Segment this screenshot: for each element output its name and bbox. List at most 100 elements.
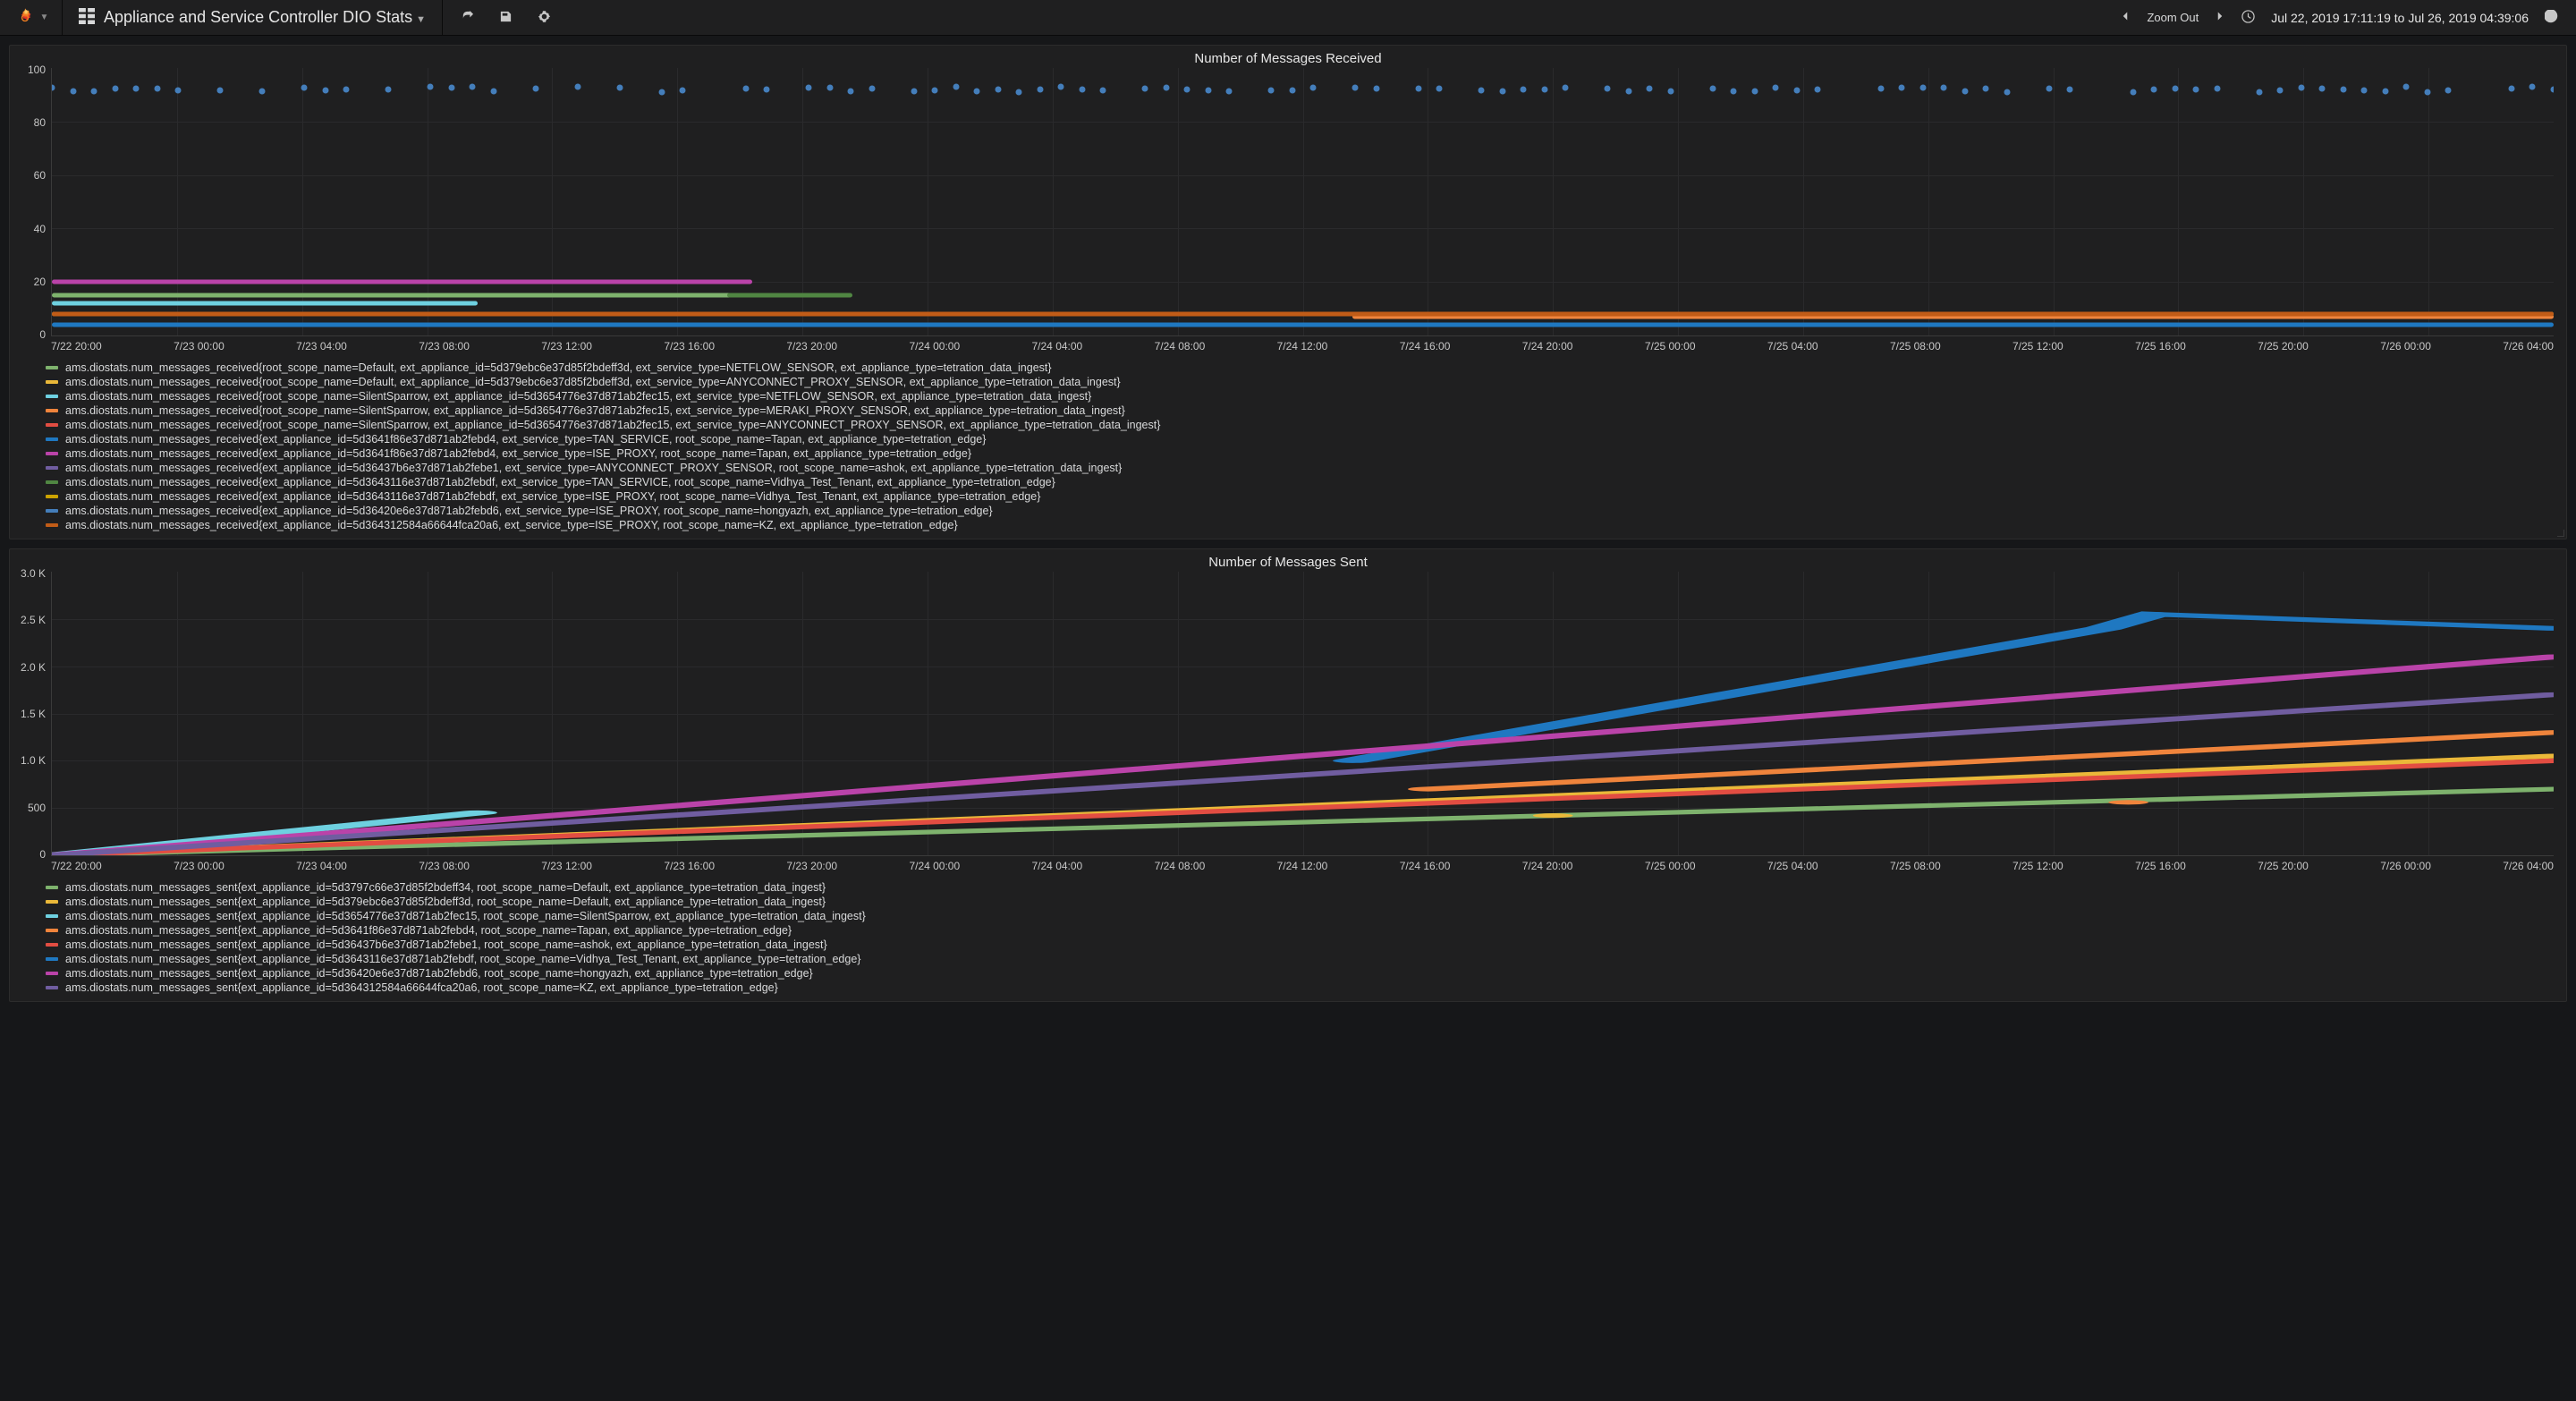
x-tick: 7/25 00:00 [1645,860,1696,872]
legend-swatch [46,900,58,904]
series-point [2382,89,2388,95]
series-point [1268,88,1275,94]
legend-swatch [46,409,58,412]
series-point [490,88,496,94]
legend-item[interactable]: ams.diostats.num_messages_received{root_… [46,376,2554,388]
x-tick: 7/25 08:00 [1890,860,1941,872]
series-point [428,84,434,90]
legend-swatch [46,523,58,527]
legend-item[interactable]: ams.diostats.num_messages_received{ext_a… [46,476,2554,488]
x-tick: 7/24 12:00 [1277,860,1328,872]
legend-label: ams.diostats.num_messages_sent{ext_appli… [65,953,860,965]
legend-label: ams.diostats.num_messages_sent{ext_appli… [65,967,813,980]
panel-title[interactable]: Number of Messages Received [10,46,2566,68]
series-svg [52,572,2554,855]
legend-item[interactable]: ams.diostats.num_messages_sent{ext_appli… [46,981,2554,994]
x-tick: 7/22 20:00 [51,340,102,352]
dashboard-picker[interactable]: Appliance and Service Controller DIO Sta… [63,0,443,36]
series-point [1563,84,1569,90]
series-point [1919,84,1926,90]
legend-swatch [46,423,58,427]
series-point [1899,84,1905,90]
series-point [1541,87,1547,93]
series-point [2424,89,2430,95]
plot-area[interactable] [51,572,2554,856]
dashboard-body: Number of Messages Received 100806040200… [0,36,2576,1401]
legend-item[interactable]: ams.diostats.num_messages_sent{ext_appli… [46,924,2554,937]
time-range-forward-button[interactable] [2215,11,2225,24]
legend-item[interactable]: ams.diostats.num_messages_received{ext_a… [46,447,2554,460]
legend-item[interactable]: ams.diostats.num_messages_received{root_… [46,361,2554,374]
refresh-button[interactable] [2545,10,2558,26]
panel-title[interactable]: Number of Messages Sent [10,549,2566,572]
series-line [52,301,478,306]
x-tick: 7/24 20:00 [1522,860,1573,872]
dashboard-icon [79,8,95,27]
legend-swatch [46,395,58,398]
series-point [175,88,182,94]
series-point [742,86,749,92]
x-tick: 7/23 12:00 [541,860,592,872]
legend-swatch [46,986,58,989]
settings-button[interactable] [538,10,551,26]
series-line [52,789,2554,855]
series-point [2130,89,2136,95]
x-tick: 7/26 04:00 [2503,860,2554,872]
legend-item[interactable]: ams.diostats.num_messages_received{ext_a… [46,505,2554,517]
legend-swatch [46,452,58,455]
x-tick: 7/22 20:00 [51,860,102,872]
series-point [574,84,580,90]
graph-area[interactable]: 100806040200 [10,68,2566,336]
series-line [727,293,852,298]
series-point [911,88,917,94]
legend-item[interactable]: ams.diostats.num_messages_sent{ext_appli… [46,953,2554,965]
series-point [1184,86,1191,92]
series-point [2256,89,2262,95]
legend-item[interactable]: ams.diostats.num_messages_received{root_… [46,419,2554,431]
time-range-picker[interactable]: Jul 22, 2019 17:11:19 to Jul 26, 2019 04… [2271,11,2529,25]
series-point [2298,85,2304,91]
legend-item[interactable]: ams.diostats.num_messages_sent{ext_appli… [46,967,2554,980]
legend-swatch [46,437,58,441]
save-button[interactable] [499,10,513,26]
legend-item[interactable]: ams.diostats.num_messages_received{ext_a… [46,462,2554,474]
legend-swatch [46,480,58,484]
series-point [953,84,959,90]
legend-item[interactable]: ams.diostats.num_messages_received{ext_a… [46,433,2554,446]
x-tick: 7/23 04:00 [296,860,347,872]
legend-item[interactable]: ams.diostats.num_messages_sent{ext_appli… [46,881,2554,894]
legend-item[interactable]: ams.diostats.num_messages_received{ext_a… [46,519,2554,531]
graph-area[interactable]: 3.0 K2.5 K2.0 K1.5 K1.0 K5000 [10,572,2566,856]
time-range-back-button[interactable] [2120,11,2131,24]
series-point [1415,86,1421,92]
legend-item[interactable]: ams.diostats.num_messages_received{root_… [46,390,2554,403]
series-point [764,87,770,93]
series-point [154,85,160,91]
x-tick: 7/24 16:00 [1400,340,1451,352]
x-axis: 7/22 20:007/23 00:007/23 04:007/23 08:00… [10,336,2566,356]
series-point [91,88,97,94]
legend-item[interactable]: ams.diostats.num_messages_sent{ext_appli… [46,910,2554,922]
series-point [1773,85,1779,91]
series-point [1815,87,1821,93]
series-point [2551,87,2555,93]
series-point [2193,87,2199,93]
top-toolbar: ▼ Appliance and Service Controller DIO S… [0,0,2576,36]
series-point [2529,84,2536,90]
resize-handle-icon[interactable] [2557,530,2564,537]
zoom-out-button[interactable]: Zoom Out [2147,11,2199,24]
legend-label: ams.diostats.num_messages_sent{ext_appli… [65,981,778,994]
legend-item[interactable]: ams.diostats.num_messages_received{root_… [46,404,2554,417]
x-tick: 7/23 00:00 [174,340,225,352]
series-point [1877,85,1884,91]
legend-item[interactable]: ams.diostats.num_messages_sent{ext_appli… [46,938,2554,951]
grafana-logo[interactable]: ▼ [0,0,63,36]
plot-area[interactable] [51,68,2554,336]
x-tick: 7/23 16:00 [664,860,715,872]
legend-item[interactable]: ams.diostats.num_messages_sent{ext_appli… [46,896,2554,908]
series-line [52,312,2554,317]
series-point [1205,88,1211,94]
legend-item[interactable]: ams.diostats.num_messages_received{ext_a… [46,490,2554,503]
series-line [52,280,752,284]
share-button[interactable] [461,10,474,26]
